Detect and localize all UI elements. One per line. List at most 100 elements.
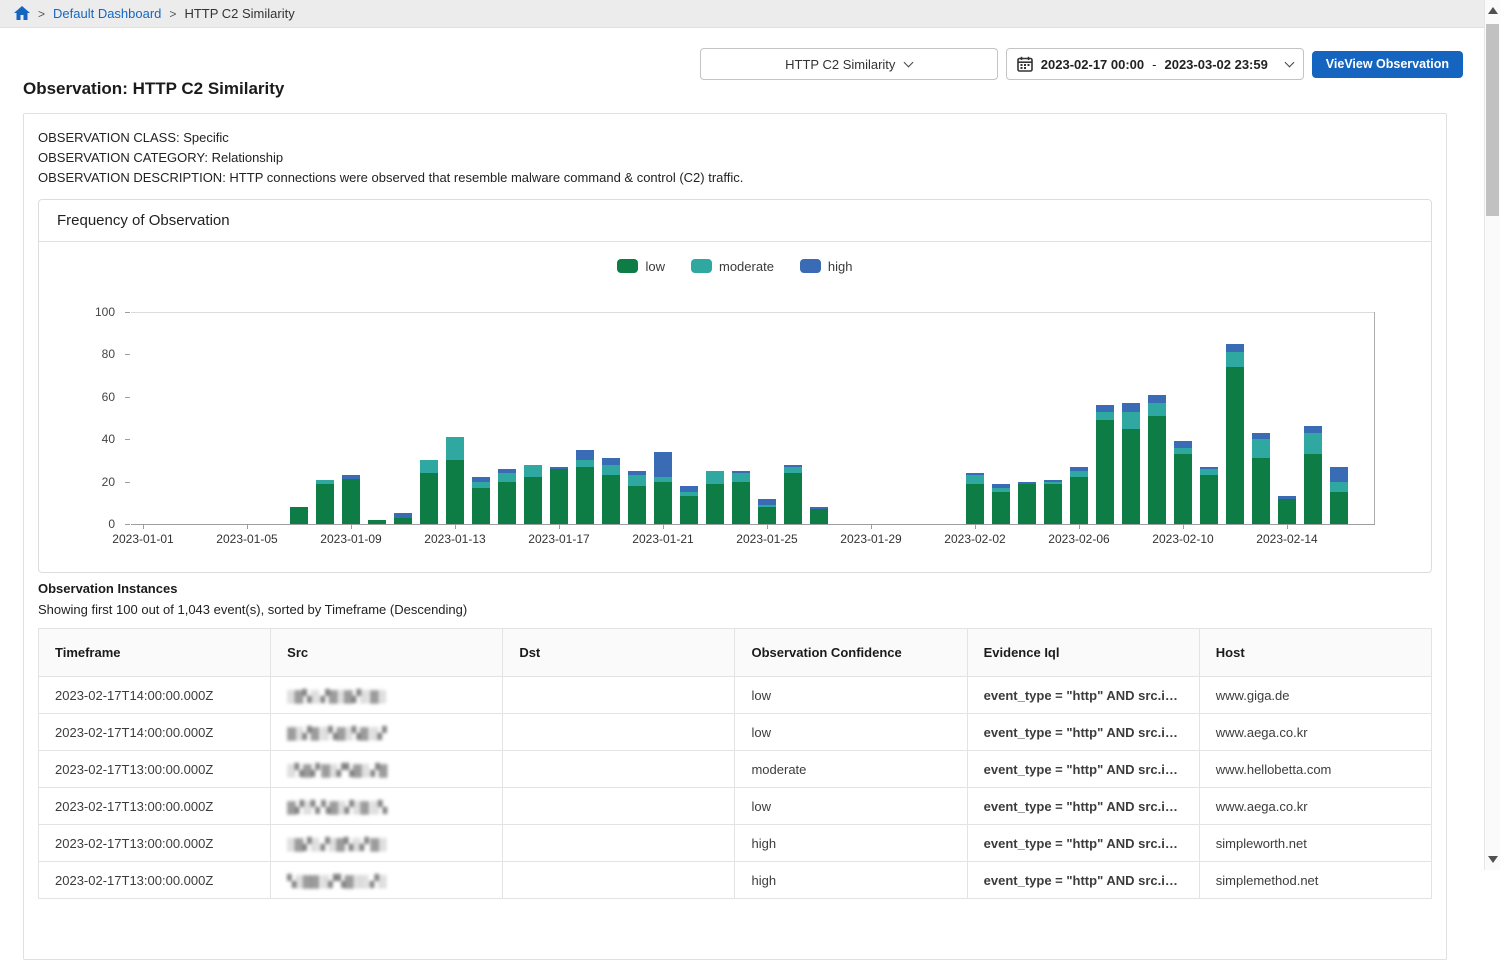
redacted-src-text: ▓▞▒▚ ▚▓▒▞▒▓ ▒▚ [287, 800, 386, 814]
y-axis-tick [125, 482, 130, 483]
x-axis-label: 2023-02-02 [930, 532, 1020, 546]
legend-label: high [828, 259, 853, 274]
cell-src: ▓▞▒▚ ▚▓▒▞▒▓ ▒▚ [271, 788, 503, 825]
chart-xlabels: 2023-01-012023-01-052023-01-092023-01-13… [131, 312, 1375, 564]
cell-dst [503, 788, 735, 825]
cell-evidence: event_type = "http" AND src.ip = "17... [967, 677, 1199, 714]
chart-title: Frequency of Observation [39, 200, 1431, 242]
home-icon[interactable] [14, 6, 30, 21]
cell-confidence: moderate [735, 751, 967, 788]
date-range-start: 2023-02-17 00:00 [1041, 57, 1144, 72]
cell-dst [503, 862, 735, 899]
x-axis-label: 2023-02-06 [1034, 532, 1124, 546]
cell-dst [503, 714, 735, 751]
y-axis-tick [125, 524, 130, 525]
instances-tbody: 2023-02-17T14:00:00.000Z ▒▓▚▒ ▞▓▒▓▞▒ ▓▒ lo… [39, 677, 1432, 899]
view-observation-button[interactable]: VieView Observation [1312, 51, 1463, 78]
breadcrumb-link-default-dashboard[interactable]: Default Dashboard [53, 6, 161, 21]
observation-select-value: HTTP C2 Similarity [785, 57, 895, 72]
legend-label: moderate [719, 259, 774, 274]
cell-evidence: event_type = "http" AND src.ip = "17... [967, 751, 1199, 788]
x-axis-label: 2023-01-01 [98, 532, 188, 546]
table-row[interactable]: 2023-02-17T14:00:00.000Z ▒▓▚▒ ▞▓▒▓▞▒ ▓▒ lo… [39, 677, 1432, 714]
y-axis-label: 40 [39, 432, 115, 446]
cell-timeframe: 2023-02-17T13:00:00.000Z [39, 825, 271, 862]
scrollbar-up-arrow[interactable] [1488, 7, 1498, 14]
cell-evidence: event_type = "http" AND src.ip = "17... [967, 788, 1199, 825]
legend-item-moderate[interactable]: moderate [691, 259, 774, 274]
x-axis-label: 2023-02-14 [1242, 532, 1332, 546]
x-axis-label: 2023-01-17 [514, 532, 604, 546]
col-observation-confidence[interactable]: Observation Confidence [735, 629, 967, 677]
observation-class: OBSERVATION CLASS: Specific [38, 128, 1432, 148]
breadcrumb: > Default Dashboard > HTTP C2 Similarity [0, 0, 1484, 28]
cell-confidence: low [735, 714, 967, 751]
x-axis-label: 2023-01-09 [306, 532, 396, 546]
legend-item-low[interactable]: low [617, 259, 665, 274]
col-host[interactable]: Host [1199, 629, 1431, 677]
cell-src: ▒▚▓▞ ▓▒▞▚▓▒ ▞▓ [271, 751, 503, 788]
x-axis-label: 2023-02-10 [1138, 532, 1228, 546]
y-axis-label: 100 [39, 305, 115, 319]
x-axis-label: 2023-01-13 [410, 532, 500, 546]
redacted-src-text: ▒▓▚▒ ▞▓▒▓▞▒ ▓▒ [287, 689, 385, 703]
table-row[interactable]: 2023-02-17T13:00:00.000Z▚▒▓▓ ▒▞▚▓▒▒ ▞▒hi… [39, 862, 1432, 899]
vertical-scrollbar[interactable] [1484, 0, 1500, 870]
cell-host: www.aega.co.kr [1199, 788, 1431, 825]
table-row[interactable]: 2023-02-17T14:00:00.000Z ▓▒▞▓ ▒▚▓▒▚▓ ▒▞ lo… [39, 714, 1432, 751]
table-row[interactable]: 2023-02-17T13:00:00.000Z ▒▓▞▒ ▞▒▓▚▒▞ ▓▒ hi… [39, 825, 1432, 862]
chevron-down-icon [1284, 57, 1294, 67]
breadcrumb-separator: > [169, 7, 176, 21]
cell-evidence: event_type = "http" AND src.ip = "17... [967, 714, 1199, 751]
cell-host: www.giga.de [1199, 677, 1431, 714]
col-timeframe[interactable]: Timeframe [39, 629, 271, 677]
cell-src: ▚▒▓▓ ▒▞▚▓▒▒ ▞▒ [271, 862, 503, 899]
instances-title: Observation Instances [38, 581, 1432, 596]
legend-label: low [645, 259, 665, 274]
redacted-src-text: ▒▓▞▒ ▞▒▓▚▒▞ ▓▒ [287, 837, 385, 851]
col-evidence-iql[interactable]: Evidence Iql [967, 629, 1199, 677]
col-src[interactable]: Src [271, 629, 503, 677]
cell-host: www.hellobetta.com [1199, 751, 1431, 788]
observation-description: OBSERVATION DESCRIPTION: HTTP connection… [38, 168, 1432, 188]
cell-timeframe: 2023-02-17T14:00:00.000Z [39, 714, 271, 751]
cell-host: simpleworth.net [1199, 825, 1431, 862]
cell-confidence: low [735, 677, 967, 714]
cell-host: simplemethod.net [1199, 862, 1431, 899]
scrollbar-down-arrow[interactable] [1488, 856, 1498, 863]
observation-select[interactable]: HTTP C2 Similarity [700, 48, 998, 80]
cell-dst [503, 825, 735, 862]
table-header-row: Timeframe Src Dst Observation Confidence… [39, 629, 1432, 677]
table-row[interactable]: 2023-02-17T13:00:00.000Z▓▞▒▚ ▚▓▒▞▒▓ ▒▚lo… [39, 788, 1432, 825]
cell-src: ▒▓▚▒ ▞▓▒▓▞▒ ▓▒ [271, 677, 503, 714]
y-axis-tick [125, 439, 130, 440]
cell-timeframe: 2023-02-17T13:00:00.000Z [39, 788, 271, 825]
chart-legend: low moderate high [39, 256, 1431, 276]
x-axis-label: 2023-01-21 [618, 532, 708, 546]
page-title: Observation: HTTP C2 Similarity [23, 79, 284, 99]
toolbar: HTTP C2 Similarity 2023-02-17 00:00 - 20… [700, 48, 1463, 80]
breadcrumb-separator: > [38, 7, 45, 21]
y-axis-label: 0 [39, 517, 115, 531]
cell-evidence: event_type = "http" AND src.ip = "17... [967, 825, 1199, 862]
frequency-chart-card: Frequency of Observation low moderate high… [38, 199, 1432, 573]
y-axis-tick [125, 354, 130, 355]
instances-subtitle: Showing first 100 out of 1,043 event(s),… [38, 602, 1432, 617]
cell-dst [503, 751, 735, 788]
scrollbar-thumb[interactable] [1486, 24, 1499, 216]
cell-confidence: high [735, 825, 967, 862]
chart-body: lowmoderatehigh 020406080100 2023-01-012… [39, 242, 1431, 572]
cell-timeframe: 2023-02-17T13:00:00.000Z [39, 862, 271, 899]
cell-src: ▒▓▞▒ ▞▒▓▚▒▞ ▓▒ [271, 825, 503, 862]
y-axis-tick [125, 397, 130, 398]
cell-timeframe: 2023-02-17T13:00:00.000Z [39, 751, 271, 788]
legend-item-high[interactable]: high [800, 259, 853, 274]
x-axis-label: 2023-01-29 [826, 532, 916, 546]
table-row[interactable]: 2023-02-17T13:00:00.000Z▒▚▓▞ ▓▒▞▚▓▒ ▞▓ mo… [39, 751, 1432, 788]
breadcrumb-current: HTTP C2 Similarity [184, 6, 294, 21]
cell-timeframe: 2023-02-17T14:00:00.000Z [39, 677, 271, 714]
redacted-src-text: ▓▒▞▓ ▒▚▓▒▚▓ ▒▞ [287, 726, 386, 740]
col-dst[interactable]: Dst [503, 629, 735, 677]
date-range-separator: - [1152, 57, 1156, 72]
date-range-picker[interactable]: 2023-02-17 00:00 - 2023-03-02 23:59 [1006, 48, 1304, 80]
